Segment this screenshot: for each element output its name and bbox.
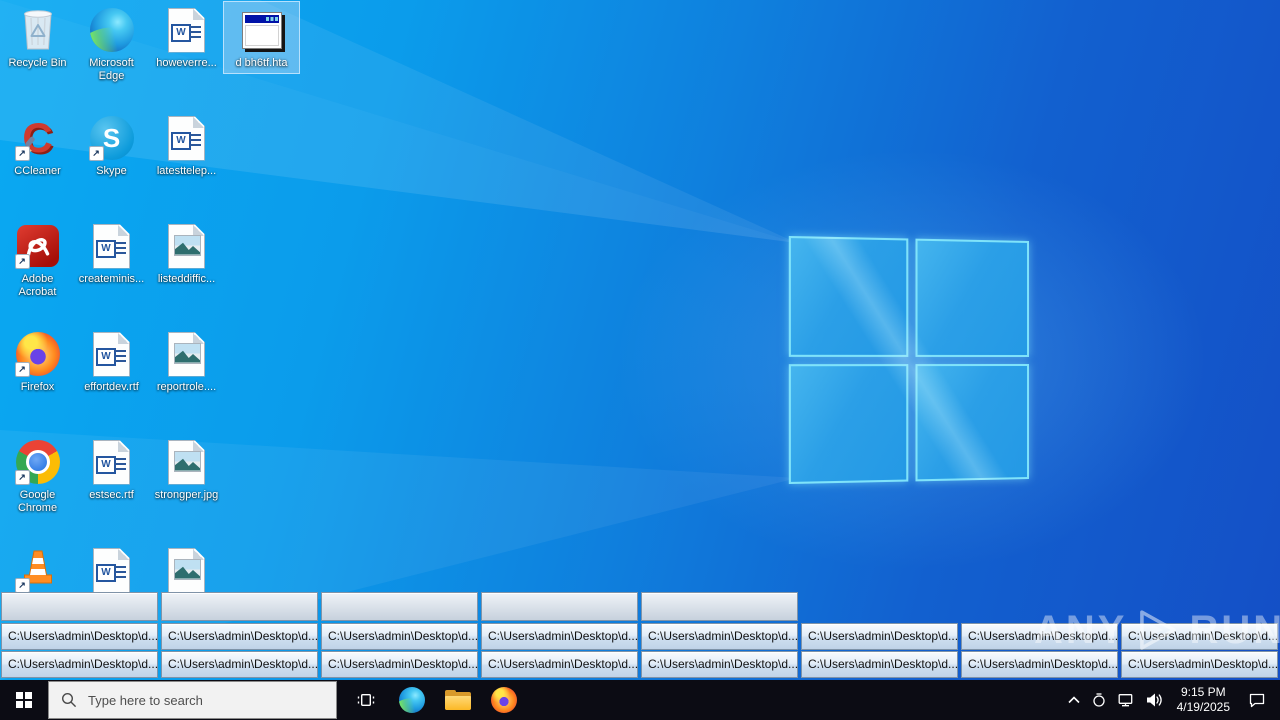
- window-titlebar-blank[interactable]: [1, 592, 158, 621]
- desktop-icon-firefox[interactable]: Firefox: [0, 326, 75, 397]
- tray-chevron-up[interactable]: [1062, 680, 1086, 720]
- word-document-icon: [93, 440, 130, 485]
- edge-icon: [399, 687, 425, 713]
- desktop-icon-effortdev[interactable]: effortdev.rtf: [74, 326, 149, 397]
- window-titlebar[interactable]: C:\Users\admin\Desktop\d...: [1, 623, 158, 650]
- window-titlebar[interactable]: C:\Users\admin\Desktop\d...: [321, 623, 478, 650]
- firefox-icon: [491, 687, 517, 713]
- desktop-icon-adobe-acrobat[interactable]: Adobe Acrobat: [0, 218, 75, 302]
- desktop-icon-howeverre[interactable]: howeverre...: [149, 2, 224, 73]
- word-document-icon: [93, 548, 130, 593]
- chevron-up-icon: [1068, 696, 1080, 704]
- window-titlebar[interactable]: C:\Users\admin\Desktop\d...: [1121, 623, 1278, 650]
- shortcut-arrow-icon: [14, 578, 30, 593]
- image-file-icon: [168, 548, 205, 593]
- window-titlebar[interactable]: C:\Users\admin\Desktop\d...: [481, 623, 638, 650]
- word-document-icon: [93, 332, 130, 377]
- start-button[interactable]: [0, 680, 48, 720]
- window-titlebar[interactable]: C:\Users\admin\Desktop\d...: [641, 623, 798, 650]
- edge-icon: [89, 8, 134, 52]
- desktop-icon-latesttelep[interactable]: latesttelep...: [149, 110, 224, 181]
- clock-time: 9:15 PM: [1180, 685, 1226, 699]
- desktop-icon-reportrole[interactable]: reportrole....: [149, 326, 224, 397]
- desktop-icon-hta-file[interactable]: d bh6tf.hta: [223, 1, 300, 74]
- window-titlebar[interactable]: C:\Users\admin\Desktop\d...: [801, 651, 958, 678]
- window-titlebar-blank[interactable]: [161, 592, 318, 621]
- window-titlebar-blank[interactable]: [321, 592, 478, 621]
- taskbar-firefox-button[interactable]: [481, 680, 527, 720]
- screen: Recycle Bin Microsoft Edge howeverre... …: [0, 0, 1280, 720]
- window-titlebar[interactable]: C:\Users\admin\Desktop\d...: [1, 651, 158, 678]
- windows-logo-pane: [788, 363, 908, 485]
- shortcut-arrow-icon: [14, 470, 30, 485]
- clock-date: 4/19/2025: [1176, 700, 1230, 714]
- window-titlebar[interactable]: C:\Users\admin\Desktop\d...: [321, 651, 478, 678]
- desktop-icon-createminis[interactable]: createminis...: [74, 218, 149, 289]
- tray-volume[interactable]: [1140, 680, 1168, 720]
- windows-logo-pane: [914, 238, 1029, 357]
- volume-icon: [1146, 693, 1162, 707]
- desktop-icon-strongper[interactable]: strongper.jpg: [149, 434, 224, 505]
- hta-application-icon: [241, 11, 282, 49]
- desktop-icon-google-chrome[interactable]: Google Chrome: [0, 434, 75, 518]
- desktop-icon-listeddiffic[interactable]: listeddiffic...: [149, 218, 224, 289]
- windows-logo-pane: [788, 235, 908, 357]
- word-document-icon: [168, 116, 205, 161]
- window-titlebar[interactable]: C:\Users\admin\Desktop\d...: [1121, 651, 1278, 678]
- shortcut-arrow-icon: [88, 146, 104, 161]
- file-explorer-icon: [445, 690, 471, 710]
- word-document-icon: [93, 224, 130, 269]
- image-file-icon: [168, 332, 205, 377]
- task-view-icon: [357, 694, 375, 707]
- recycle-bin-icon: [16, 4, 60, 57]
- image-file-icon: [168, 440, 205, 485]
- image-file-icon: [168, 224, 205, 269]
- window-titlebar[interactable]: C:\Users\admin\Desktop\d...: [641, 651, 798, 678]
- windows-start-icon: [16, 692, 32, 708]
- window-titlebar[interactable]: C:\Users\admin\Desktop\d...: [161, 651, 318, 678]
- action-center-button[interactable]: [1239, 680, 1280, 720]
- tray-status[interactable]: [1086, 680, 1112, 720]
- window-titlebar-blank[interactable]: [481, 592, 638, 621]
- taskbar-file-explorer-button[interactable]: [435, 680, 481, 720]
- desktop-icon-ccleaner[interactable]: CCleaner: [0, 110, 75, 181]
- desktop-icon-microsoft-edge[interactable]: Microsoft Edge: [74, 2, 149, 86]
- windows-logo: [788, 235, 1029, 485]
- search-input[interactable]: [86, 691, 324, 709]
- window-titlebar[interactable]: C:\Users\admin\Desktop\d...: [481, 651, 638, 678]
- desktop-icon-recycle-bin[interactable]: Recycle Bin: [0, 2, 75, 73]
- window-titlebar[interactable]: C:\Users\admin\Desktop\d...: [161, 623, 318, 650]
- status-circle-icon: [1092, 693, 1105, 707]
- taskbar-clock[interactable]: 9:15 PM 4/19/2025: [1168, 680, 1239, 720]
- window-titlebar[interactable]: C:\Users\admin\Desktop\d...: [961, 623, 1118, 650]
- system-tray: 9:15 PM 4/19/2025: [1062, 680, 1280, 720]
- shortcut-arrow-icon: [14, 146, 30, 161]
- windows-logo-pane: [914, 363, 1029, 482]
- network-icon: [1118, 694, 1132, 707]
- window-titlebar-blank[interactable]: [641, 592, 798, 621]
- shortcut-arrow-icon: [14, 362, 30, 377]
- window-titlebar[interactable]: C:\Users\admin\Desktop\d...: [801, 623, 958, 650]
- task-view-button[interactable]: [343, 680, 389, 720]
- tray-network[interactable]: [1112, 680, 1140, 720]
- word-document-icon: [168, 8, 205, 53]
- taskbar: 9:15 PM 4/19/2025: [0, 680, 1280, 720]
- taskbar-edge-button[interactable]: [389, 680, 435, 720]
- window-titlebar[interactable]: C:\Users\admin\Desktop\d...: [961, 651, 1118, 678]
- shortcut-arrow-icon: [14, 254, 30, 269]
- taskbar-search[interactable]: [48, 681, 337, 719]
- action-center-icon: [1249, 693, 1265, 708]
- desktop-icon-estsec[interactable]: estsec.rtf: [74, 434, 149, 505]
- search-icon: [61, 692, 77, 708]
- desktop-icon-skype[interactable]: Skype: [74, 110, 149, 181]
